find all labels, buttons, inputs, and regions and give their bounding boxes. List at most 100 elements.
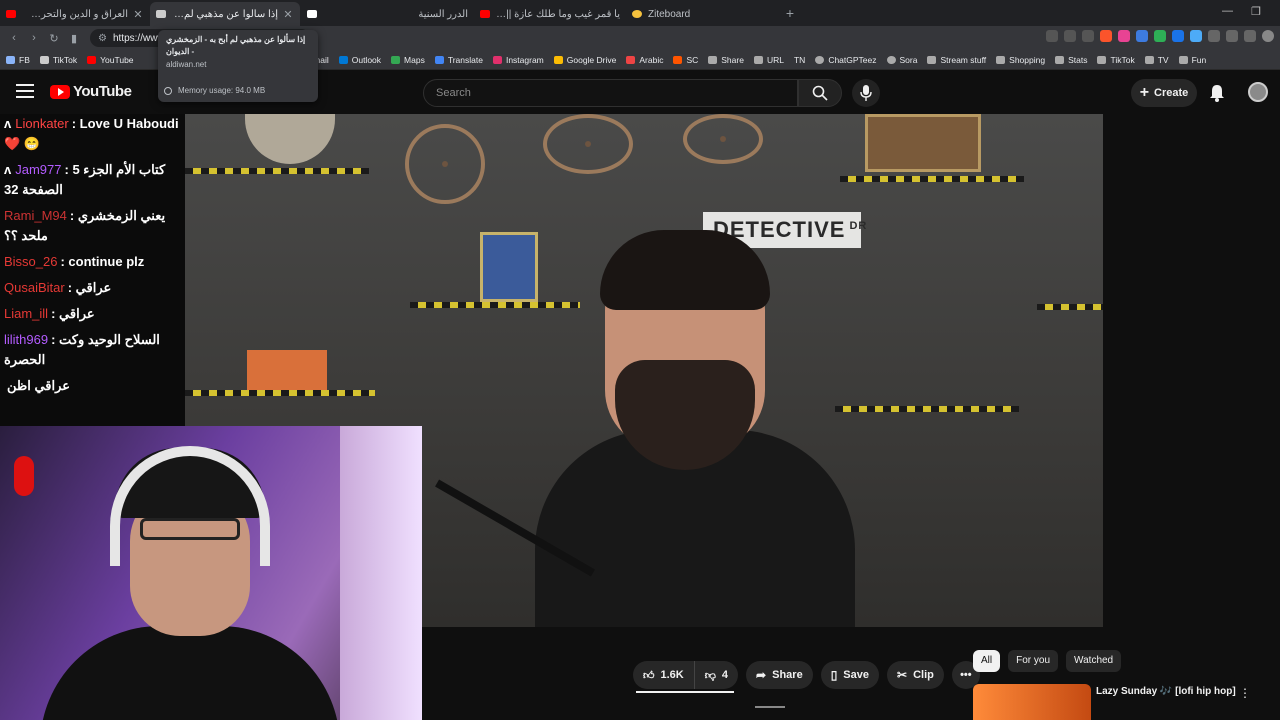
close-tab-icon[interactable]: ✕ [282,8,294,21]
share-page-icon[interactable] [1082,30,1094,42]
dislike-button[interactable]: 👎︎ 4 [693,661,738,689]
folder-icon [927,55,937,64]
browser-tab[interactable]: العراق و الدين والتحرش الحقيقة ا ✕ [0,2,150,26]
extension-icon[interactable] [1154,30,1166,42]
zoom-icon[interactable] [1064,30,1076,42]
bookmark-item[interactable]: TV [1144,55,1169,65]
bookmark-item[interactable]: SC [673,55,698,65]
chat-username[interactable]: Bisso_26 [4,254,57,269]
shelf-decor [840,176,1024,182]
chat-text: : عراقي [51,306,95,321]
bookmark-label: TikTok [1110,54,1135,65]
maximize-icon[interactable]: ❐ [1251,5,1261,18]
bookmark-item[interactable]: Share [708,55,744,65]
bookmark-item[interactable]: TikTok [39,55,77,65]
chat-username[interactable]: Lionkater [15,116,68,131]
extension-icon[interactable] [1136,30,1148,42]
cast-icon[interactable] [1046,30,1058,42]
bookmark-item[interactable]: Outlook [338,55,381,65]
window-light-decor [340,426,422,720]
chip-all[interactable]: All [973,650,1001,672]
account-avatar[interactable] [1248,82,1268,102]
media-icon[interactable] [1244,30,1256,42]
browser-tab[interactable]: يا قمر غيب وما طلك عازة || شفت الفرا [474,2,626,26]
sidebar-icon[interactable] [1226,30,1238,42]
chat-username[interactable]: Rami_M94 [4,208,67,223]
minimize-icon[interactable]: — [1222,5,1233,17]
kebab-menu-icon[interactable]: ⋮ [1239,686,1251,700]
new-tab-button[interactable]: + [778,5,802,21]
create-button[interactable]: + Create [1131,79,1197,107]
lamp-decor [14,456,34,496]
browser-tab[interactable]: الدرر السنية [324,2,474,26]
site-info-icon[interactable]: ⚙ [98,33,107,44]
bookmark-item[interactable]: Translate [434,55,483,65]
more-icon: ••• [960,669,972,681]
wagon-wheel-decor [543,114,633,174]
chat-username[interactable]: QusaiBitar [4,280,65,295]
forward-icon[interactable]: › [24,32,44,44]
thumbs-down-icon: 👎︎ [704,669,716,682]
bookmark-item[interactable]: URL [753,54,784,65]
search-input[interactable]: Search [423,79,798,107]
clip-button[interactable]: ✂ Clip [887,661,944,689]
browser-tab[interactable] [300,2,324,26]
reload-icon[interactable]: ↻ [44,32,64,45]
bookmark-item[interactable]: ChatGPTeez [815,55,877,65]
back-icon[interactable]: ‹ [4,32,24,44]
youtube-logo[interactable]: YouTube [50,83,132,100]
bookmark-item[interactable]: Shopping [996,55,1045,65]
notifications-button[interactable] [1209,84,1225,107]
streamer-webcam [0,426,422,720]
chip-watched[interactable]: Watched [1066,650,1122,672]
scrollbar[interactable] [755,706,785,708]
folder-icon [6,55,15,64]
extension-icons [1046,30,1274,42]
menu-icon[interactable] [16,84,34,98]
voice-search-button[interactable] [852,79,880,107]
extension-icon[interactable] [1190,30,1202,42]
profile-icon[interactable] [1262,30,1274,42]
bookmark-item[interactable]: Google Drive [553,55,616,65]
bookmark-item[interactable]: FB [6,55,30,65]
bookmark-item[interactable]: Sora [886,55,917,65]
chat-text: : continue plz [60,254,145,269]
bookmark-item[interactable]: Instagram [492,55,544,65]
rewards-icon[interactable] [1118,30,1130,42]
edit-favicon-icon [156,10,166,18]
bookmark-label: SC [686,54,699,65]
brave-shield-icon[interactable] [1100,30,1112,42]
bookmark-item[interactable]: Maps [391,55,425,65]
bookmark-item[interactable]: TN [794,55,805,65]
close-tab-icon[interactable]: ✕ [132,8,144,21]
chip-for-you[interactable]: For you [1008,650,1059,672]
bookmark-icon[interactable]: ▮ [64,32,84,45]
recommended-title[interactable]: Lazy Sunday 🎶 [lofi hip hop] [1096,686,1236,697]
browser-tab[interactable]: Ziteboard [626,2,778,26]
share-button[interactable]: ➦ Share [746,661,813,689]
bookmark-label: Fun [1191,54,1207,65]
bookmark-item[interactable]: Stats [1055,55,1087,65]
search-button[interactable] [798,79,842,107]
folder-icon [39,55,49,64]
video-thumbnail[interactable] [973,684,1091,720]
chat-username[interactable]: lilith969 [4,332,48,347]
chat-message: ʌ Jam977: كتاب الأم الجزء 5 الصفحة 32 [4,160,181,200]
bookmark-item[interactable]: Arabic [626,55,663,65]
bookmark-item[interactable]: Fun [1178,54,1207,65]
browser-tab-active[interactable]: إذا سألوا عن مذهبي لم أبح به - ال ✕ [150,2,300,26]
bookmark-item[interactable]: TikTok [1097,54,1135,65]
save-button[interactable]: ▯ Save [820,661,879,689]
tab-title: يا قمر غيب وما طلك عازة || شفت الفرا [496,8,620,20]
clip-label: Clip [913,669,934,681]
chat-username[interactable]: Jam977 [15,162,61,177]
bookmark-item[interactable]: Stream stuff [927,55,986,65]
extension-icon[interactable] [1172,30,1184,42]
chat-username[interactable]: Liam_ill [4,306,48,321]
bookmark-item[interactable]: YouTube [87,54,134,65]
like-button[interactable]: 👍︎ 1.6K [633,661,694,689]
puzzle-icon[interactable] [1208,30,1220,42]
bookmark-label: URL [766,54,784,65]
recommended-video[interactable]: Lazy Sunday 🎶 [lofi hip hop] ⋮ [973,684,1273,720]
bookmark-label: YouTube [100,54,134,65]
